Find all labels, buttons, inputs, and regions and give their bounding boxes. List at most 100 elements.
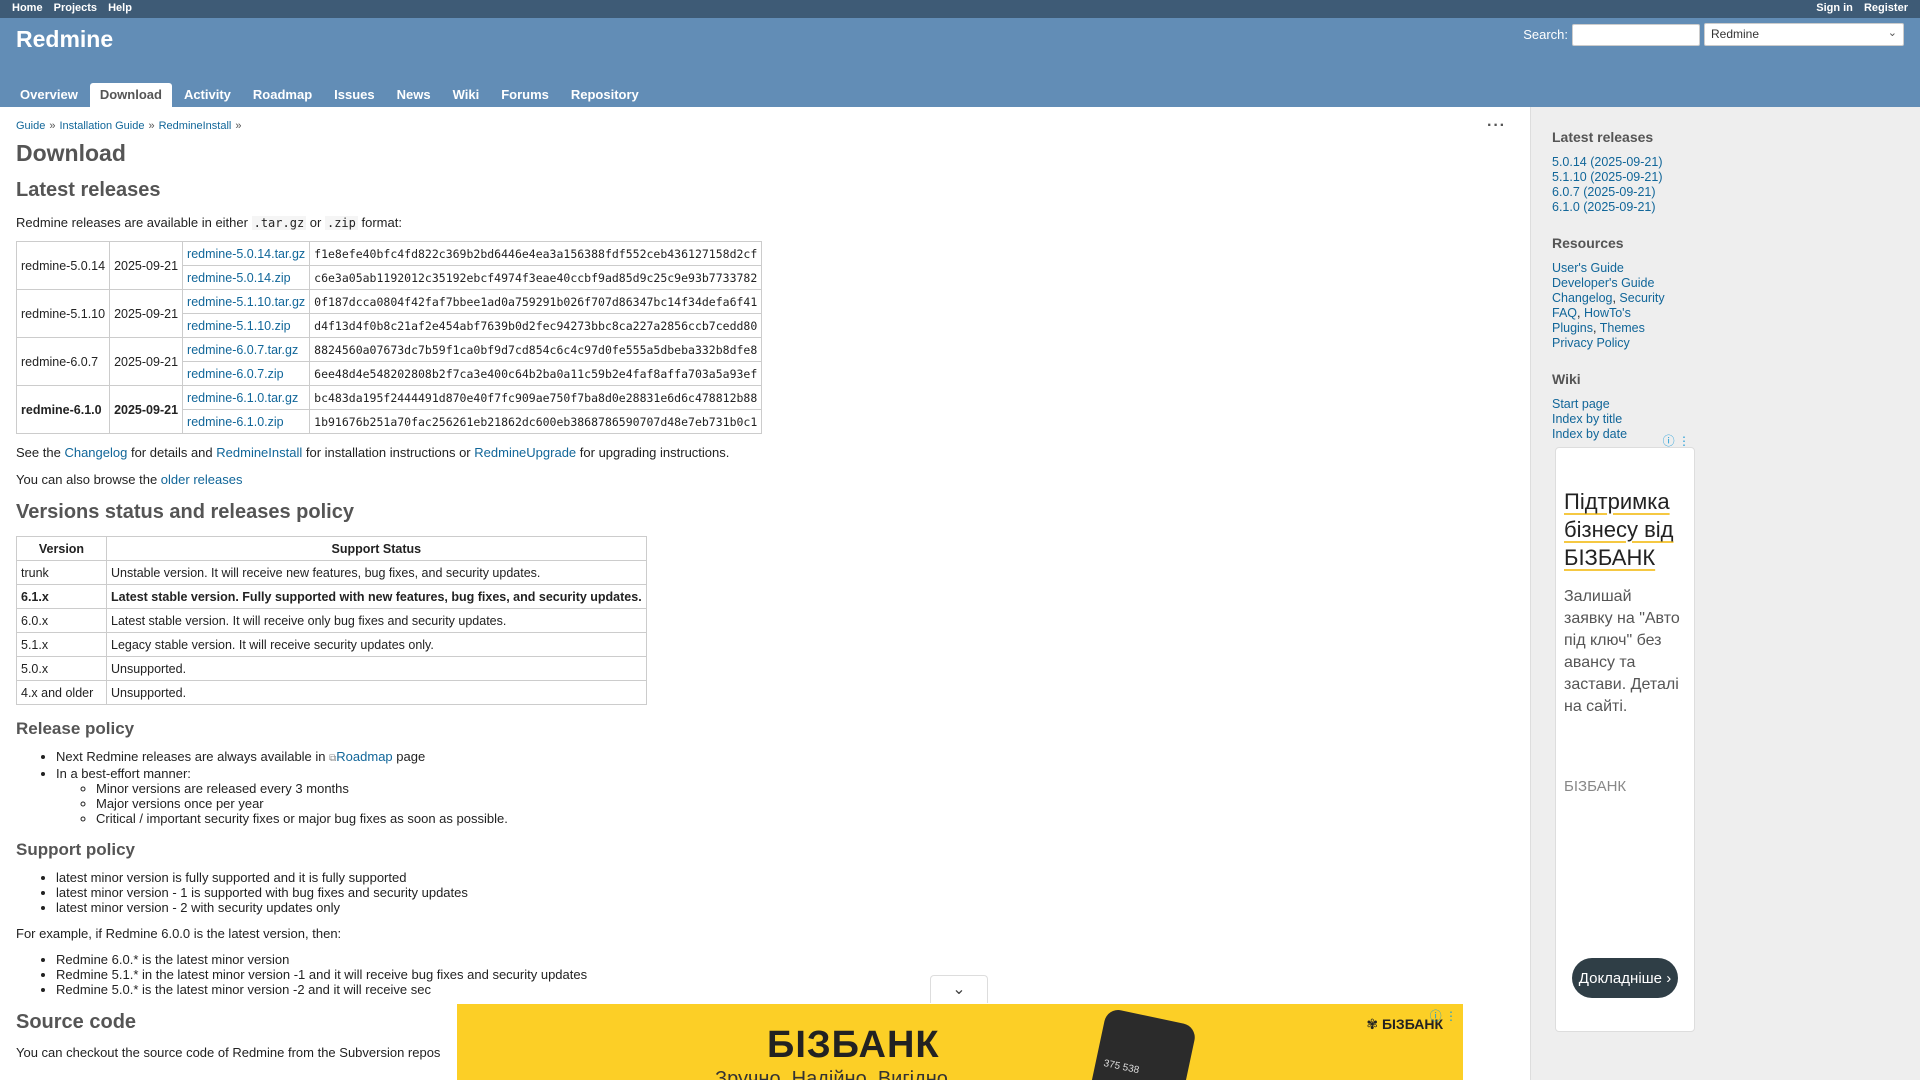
sidebar-latest-releases: Latest releases 5.0.14 (2025-09-21) 5.1.…	[1552, 129, 1900, 215]
download-link[interactable]: redmine-6.0.7.zip	[187, 367, 284, 381]
index-by-date-link[interactable]: Index by date	[1552, 427, 1900, 442]
support-status-cell: Unsupported.	[106, 680, 647, 705]
sidebar-release-link[interactable]: 5.1.10 (2025-09-21)	[1552, 170, 1900, 185]
search-input[interactable]	[1572, 23, 1700, 46]
download-link[interactable]: redmine-6.0.7.tar.gz	[187, 343, 298, 357]
release-name: redmine-5.1.10	[15, 289, 111, 338]
breadcrumb-guide[interactable]: Guide	[16, 120, 45, 132]
tab-overview[interactable]: Overview	[10, 83, 88, 107]
ad-info-icon[interactable]: ⓘ ⋮	[1663, 432, 1690, 449]
table-row: redmine-6.0.7 2025-09-21 redmine-6.0.7.tar…	[15, 337, 763, 386]
sign-in-link[interactable]: Sign in	[1816, 2, 1853, 14]
table-row: 6.0.x Latest stable version. It will rece…	[16, 608, 647, 633]
themes-link[interactable]: Themes	[1600, 321, 1645, 335]
register-link[interactable]: Register	[1864, 2, 1908, 14]
release-name: redmine-6.1.0	[15, 385, 111, 434]
formats-paragraph: Redmine releases are available in either…	[16, 215, 402, 230]
table-row: 5.0.x Unsupported.	[16, 656, 647, 681]
version-cell: 5.1.x	[16, 632, 107, 657]
phone-image: 375 538	[1088, 1007, 1198, 1080]
tab-activity[interactable]: Activity	[174, 83, 241, 107]
index-by-title-link[interactable]: Index by title	[1552, 412, 1900, 427]
bottom-banner-ad[interactable]: БІЗБАНК Зручно. Надійно. Вигідно 375 538…	[457, 1004, 1463, 1080]
table-row: 4.x and older Unsupported.	[16, 680, 647, 705]
sha256-checksum: bc483da195f2444491d870e40f7fc909ae750f7b…	[309, 385, 763, 410]
privacy-policy-link[interactable]: Privacy Policy	[1552, 336, 1900, 351]
site-title[interactable]: Redmine	[16, 26, 113, 53]
more-actions-icon[interactable]: ···	[1487, 117, 1506, 135]
release-date: 2025-09-21	[109, 241, 184, 290]
redmineupgrade-link[interactable]: RedmineUpgrade	[474, 445, 576, 460]
sha256-checksum: 6ee48d4e548202808b2f7ca3e400c64b2ba0a11c…	[309, 361, 763, 386]
sidebar-release-link[interactable]: 6.0.7 (2025-09-21)	[1552, 185, 1900, 200]
version-cell: 4.x and older	[16, 680, 107, 705]
ad-brand: БІЗБАНК	[1564, 778, 1627, 795]
download-link[interactable]: redmine-5.1.10.tar.gz	[187, 295, 305, 309]
tab-roadmap[interactable]: Roadmap	[243, 83, 322, 107]
sidebar-release-link[interactable]: 6.1.0 (2025-09-21)	[1552, 200, 1900, 215]
tab-forums[interactable]: Forums	[491, 83, 559, 107]
sidebar-heading-resources: Resources	[1552, 235, 1624, 251]
release-file-cell: redmine-5.1.10.tar.gz	[182, 289, 311, 314]
sidebar-release-link[interactable]: 5.0.14 (2025-09-21)	[1552, 155, 1900, 170]
top-menu-left: Home Projects Help	[12, 2, 140, 14]
see-changelog-paragraph: See the Changelog for details and Redmin…	[16, 445, 730, 460]
sidebar-ad[interactable]: ⓘ ⋮ Підтримка бізнесу від БІЗБАНК Залиша…	[1555, 434, 1695, 1032]
breadcrumb-redmineinstall[interactable]: RedmineInstall	[159, 120, 232, 132]
account-menu: Sign in Register	[1808, 2, 1908, 14]
tab-issues[interactable]: Issues	[324, 83, 384, 107]
tab-news[interactable]: News	[387, 83, 441, 107]
support-status-cell: Latest stable version. Fully supported w…	[106, 584, 647, 609]
download-link[interactable]: redmine-5.0.14.zip	[187, 271, 291, 285]
howtos-link[interactable]: HowTo's	[1584, 306, 1631, 320]
sha256-checksum: d4f13d4f0b8c21af2e454abf7639b0d2fec94273…	[309, 313, 763, 338]
version-cell: trunk	[16, 560, 107, 585]
top-link-home[interactable]: Home	[12, 2, 43, 14]
release-file-cell: redmine-5.0.14.zip	[182, 265, 311, 290]
top-link-projects[interactable]: Projects	[54, 2, 97, 14]
developers-guide-link[interactable]: Developer's Guide	[1552, 276, 1900, 291]
sidebar: Latest releases 5.0.14 (2025-09-21) 5.1.…	[1530, 107, 1920, 1080]
download-link[interactable]: redmine-5.0.14.tar.gz	[187, 247, 305, 261]
plugins-link[interactable]: Plugins	[1552, 321, 1593, 335]
sidebar-heading-wiki: Wiki	[1552, 371, 1581, 387]
older-releases-link[interactable]: older releases	[161, 472, 243, 487]
sha256-checksum: c6e3a05ab1192012c35192ebcf4974f3eae40ccb…	[309, 265, 763, 290]
redmineinstall-link[interactable]: RedmineInstall	[216, 445, 302, 460]
faq-link[interactable]: FAQ	[1552, 306, 1577, 320]
release-date: 2025-09-21	[109, 289, 184, 338]
list-item: latest minor version - 2 with security u…	[56, 900, 1514, 915]
project-jump-select[interactable]: Redmine ⌄	[1704, 23, 1904, 46]
download-link[interactable]: redmine-5.1.10.zip	[187, 319, 291, 333]
list-item: Redmine 5.0.* is the latest minor versio…	[56, 982, 1514, 997]
start-page-link[interactable]: Start page	[1552, 397, 1900, 412]
ad-banner-tagline: Зручно. Надійно. Вигідно	[715, 1068, 948, 1080]
breadcrumb: Guide» Installation Guide» RedmineInstall»	[16, 120, 242, 132]
support-status-cell: Unsupported.	[106, 656, 647, 681]
tab-repository[interactable]: Repository	[561, 83, 649, 107]
table-row: redmine-5.1.10 2025-09-21 redmine-5.1.10.t…	[15, 289, 763, 338]
tab-wiki[interactable]: Wiki	[443, 83, 490, 107]
breadcrumb-installation-guide[interactable]: Installation Guide	[59, 120, 144, 132]
tab-download[interactable]: Download	[89, 83, 172, 107]
sidebar-changelog-link[interactable]: Changelog	[1552, 291, 1612, 305]
ad-headline[interactable]: Підтримка бізнесу від БІЗБАНК	[1564, 488, 1684, 572]
ad-collapse-button[interactable]: ⌄	[930, 975, 988, 1003]
release-policy-list: Next Redmine releases are always availab…	[16, 749, 1514, 826]
ad-cta-button[interactable]: Докладніше ›	[1572, 958, 1678, 998]
sha256-checksum: 1b91676b251a70fac256261eb21862dc600eb386…	[309, 409, 763, 434]
ad-info-icon[interactable]: ⓘ ⋮	[1430, 1007, 1457, 1024]
quick-search: Search: Redmine ⌄	[1523, 23, 1904, 46]
users-guide-link[interactable]: User's Guide	[1552, 261, 1900, 276]
roadmap-link[interactable]: Roadmap	[336, 749, 392, 764]
download-link[interactable]: redmine-6.1.0.tar.gz	[187, 391, 298, 405]
top-link-help[interactable]: Help	[108, 2, 132, 14]
sidebar-heading-latest: Latest releases	[1552, 129, 1654, 145]
security-link[interactable]: Security	[1619, 291, 1664, 305]
release-file-cell: redmine-6.1.0.zip	[182, 409, 311, 434]
list-item: Critical / important security fixes or m…	[96, 811, 1514, 826]
changelog-link[interactable]: Changelog	[64, 445, 127, 460]
table-row: 6.1.x Latest stable version. Fully suppor…	[16, 584, 647, 609]
download-link[interactable]: redmine-6.1.0.zip	[187, 415, 284, 429]
main-menu: Overview Download Activity Roadmap Issue…	[10, 83, 649, 107]
